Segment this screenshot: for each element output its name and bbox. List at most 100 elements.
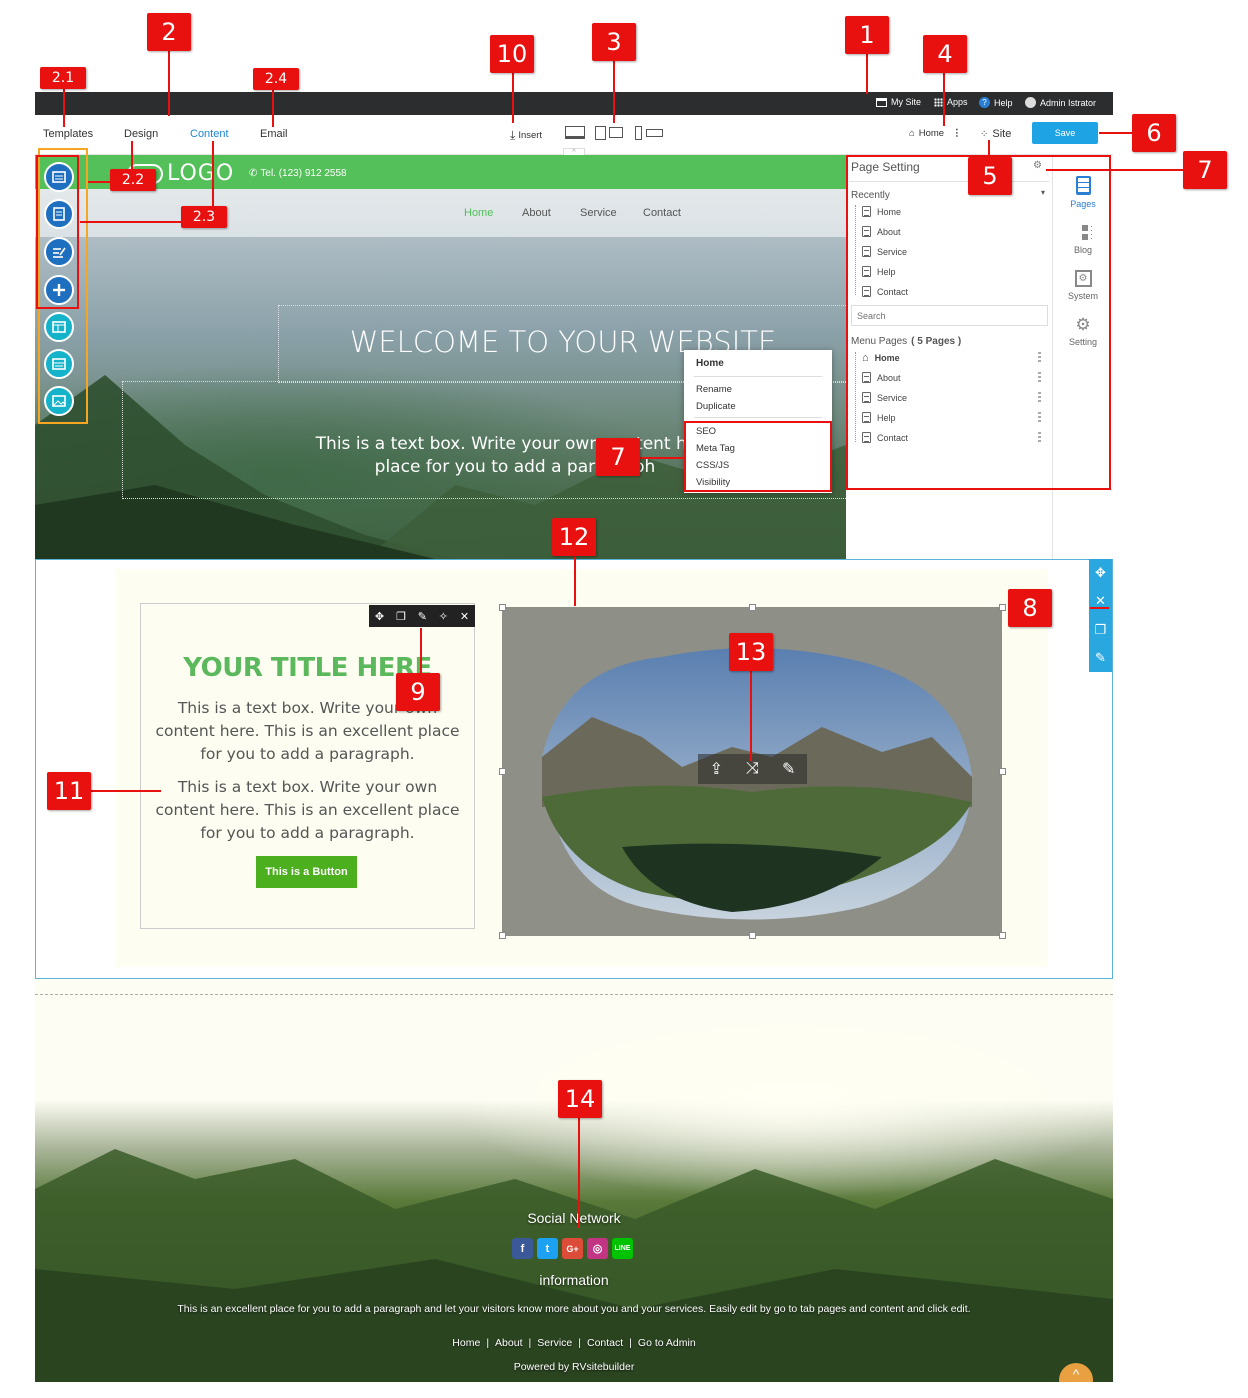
sitemap-icon: ⁘ [980,128,989,140]
user-menu[interactable]: Admin Istrator [1025,97,1096,108]
media-button[interactable] [44,386,74,416]
callout-2: 2 [147,13,191,51]
tab-content[interactable]: Content [190,128,229,140]
resize-handle[interactable] [749,604,756,611]
page-selector[interactable]: ⌂ Home ⋮ [909,128,962,139]
visibility-item[interactable]: Visibility [696,477,730,488]
hero-text-line-1: This is a text box. Write your own conte… [315,434,715,454]
resize-handle[interactable] [999,604,1006,611]
resize-handle[interactable] [749,932,756,939]
footer-link-home[interactable]: Home [452,1337,480,1349]
rename-item[interactable]: Rename [696,384,732,395]
insert-button[interactable]: ⤓ Insert [510,128,542,143]
tab-templates[interactable]: Templates [43,128,93,140]
information-title: information [539,1272,609,1288]
resize-handle[interactable] [499,604,506,611]
css-js-item[interactable]: CSS/JS [696,460,729,471]
google-plus-icon[interactable]: G+ [562,1238,583,1259]
social-network-title: Social Network [527,1210,621,1226]
copy-section-icon[interactable]: ❐ [1095,622,1107,638]
site-nav: Home About Service Contact [35,189,846,237]
edit-content-button[interactable] [44,237,74,267]
mobile-view-icon[interactable] [635,126,642,140]
footer-links: Home | About | Service | Contact | Go to Adm… [452,1337,696,1349]
resize-handle[interactable] [999,768,1006,775]
seo-item[interactable]: SEO [696,426,716,437]
copy-icon[interactable]: ❐ [396,610,406,623]
help-icon: ? [979,97,990,108]
add-element-button[interactable] [44,275,74,305]
mobile-landscape-view-icon[interactable] [646,129,663,137]
apps-label: Apps [947,97,968,107]
image-icon [52,395,66,407]
user-name: Admin Istrator [1040,97,1097,108]
move-section-icon[interactable]: ✥ [1095,565,1106,581]
edit-image-icon[interactable]: ✎ [782,759,795,779]
desktop-view-icon[interactable] [565,126,585,139]
callout-5: 5 [968,157,1012,195]
header-button[interactable] [44,349,74,379]
image-toolbar: ⇪ ⤨ ✎ [698,754,807,784]
resize-handle[interactable] [999,932,1006,939]
nav-about[interactable]: About [522,207,551,219]
footer-link-contact[interactable]: Contact [587,1337,623,1349]
footer-section[interactable]: Social Network f t G+ ◎ LINE information… [35,979,1113,1382]
callout-2-1: 2.1 [40,67,86,89]
my-site-link[interactable]: My Site [876,97,921,107]
callout-8: 8 [1008,589,1052,627]
resize-handle[interactable] [499,768,506,775]
help-label: Help [994,97,1013,108]
edit-section-icon[interactable]: ✎ [1095,650,1106,666]
page-context-menu: Home Rename Duplicate SEO Meta Tag CSS/J… [684,350,832,493]
apps-link[interactable]: Apps [934,97,968,107]
add-block-button[interactable] [44,199,74,229]
page-selector-label: Home [918,128,945,139]
my-site-label: My Site [891,97,922,107]
layout-button[interactable] [44,312,74,342]
header-bar: LOGO ✆ Tel. (123) 912 2558 [35,155,846,189]
callout-7-panel: 7 [1183,151,1227,189]
resize-handle[interactable] [499,932,506,939]
add-section-button[interactable] [44,162,74,192]
footer-link-about[interactable]: About [495,1337,522,1349]
pencil-icon[interactable]: ✎ [418,610,427,623]
avatar [1025,97,1036,108]
magic-wand-icon[interactable]: ✧ [439,610,448,623]
callout-2-2: 2.2 [110,169,156,191]
tab-email[interactable]: Email [260,128,288,140]
close-icon[interactable]: ✕ [460,610,469,623]
instagram-icon[interactable]: ◎ [587,1238,608,1259]
duplicate-item[interactable]: Duplicate [696,401,736,412]
tablet-view-icon[interactable] [595,126,606,140]
callout-11: 11 [47,772,91,810]
meta-tag-item[interactable]: Meta Tag [696,443,735,454]
nav-home[interactable]: Home [464,207,493,219]
window-icon [52,358,66,370]
line-icon[interactable]: LINE [612,1238,633,1259]
tab-design[interactable]: Design [124,128,158,140]
callout-12: 12 [552,518,596,556]
content-section[interactable]: ✥ ❐ ✎ ✧ ✕ YOUR TITLE HERE This is a text… [35,559,1113,979]
tablet-landscape-view-icon[interactable] [609,127,623,138]
callout-13: 13 [729,633,773,671]
edit-text-icon [53,247,66,258]
callout-2-3: 2.3 [181,206,227,228]
section-button[interactable]: This is a Button [256,856,357,888]
save-button[interactable]: Save [1032,122,1098,144]
footer-link-admin[interactable]: Go to Admin [638,1337,696,1349]
upload-icon[interactable]: ⇪ [710,759,723,779]
insert-label: Insert [518,130,543,141]
move-icon[interactable]: ✥ [375,610,384,623]
help-link[interactable]: ? Help [979,97,1013,108]
section-toolbar: ✥ ✕ ❐ ✎ [1089,559,1112,672]
kebab-icon[interactable]: ⋮ [952,128,962,139]
facebook-icon[interactable]: f [512,1238,533,1259]
twitter-icon[interactable]: t [537,1238,558,1259]
shuffle-icon[interactable]: ⤨ [746,760,759,778]
site-button[interactable]: ⁘ Site [980,128,1011,140]
nav-contact[interactable]: Contact [643,207,681,219]
section-icon [52,171,66,183]
footer-link-service[interactable]: Service [537,1337,572,1349]
callout-2-4: 2.4 [253,68,299,90]
nav-service[interactable]: Service [580,207,617,219]
